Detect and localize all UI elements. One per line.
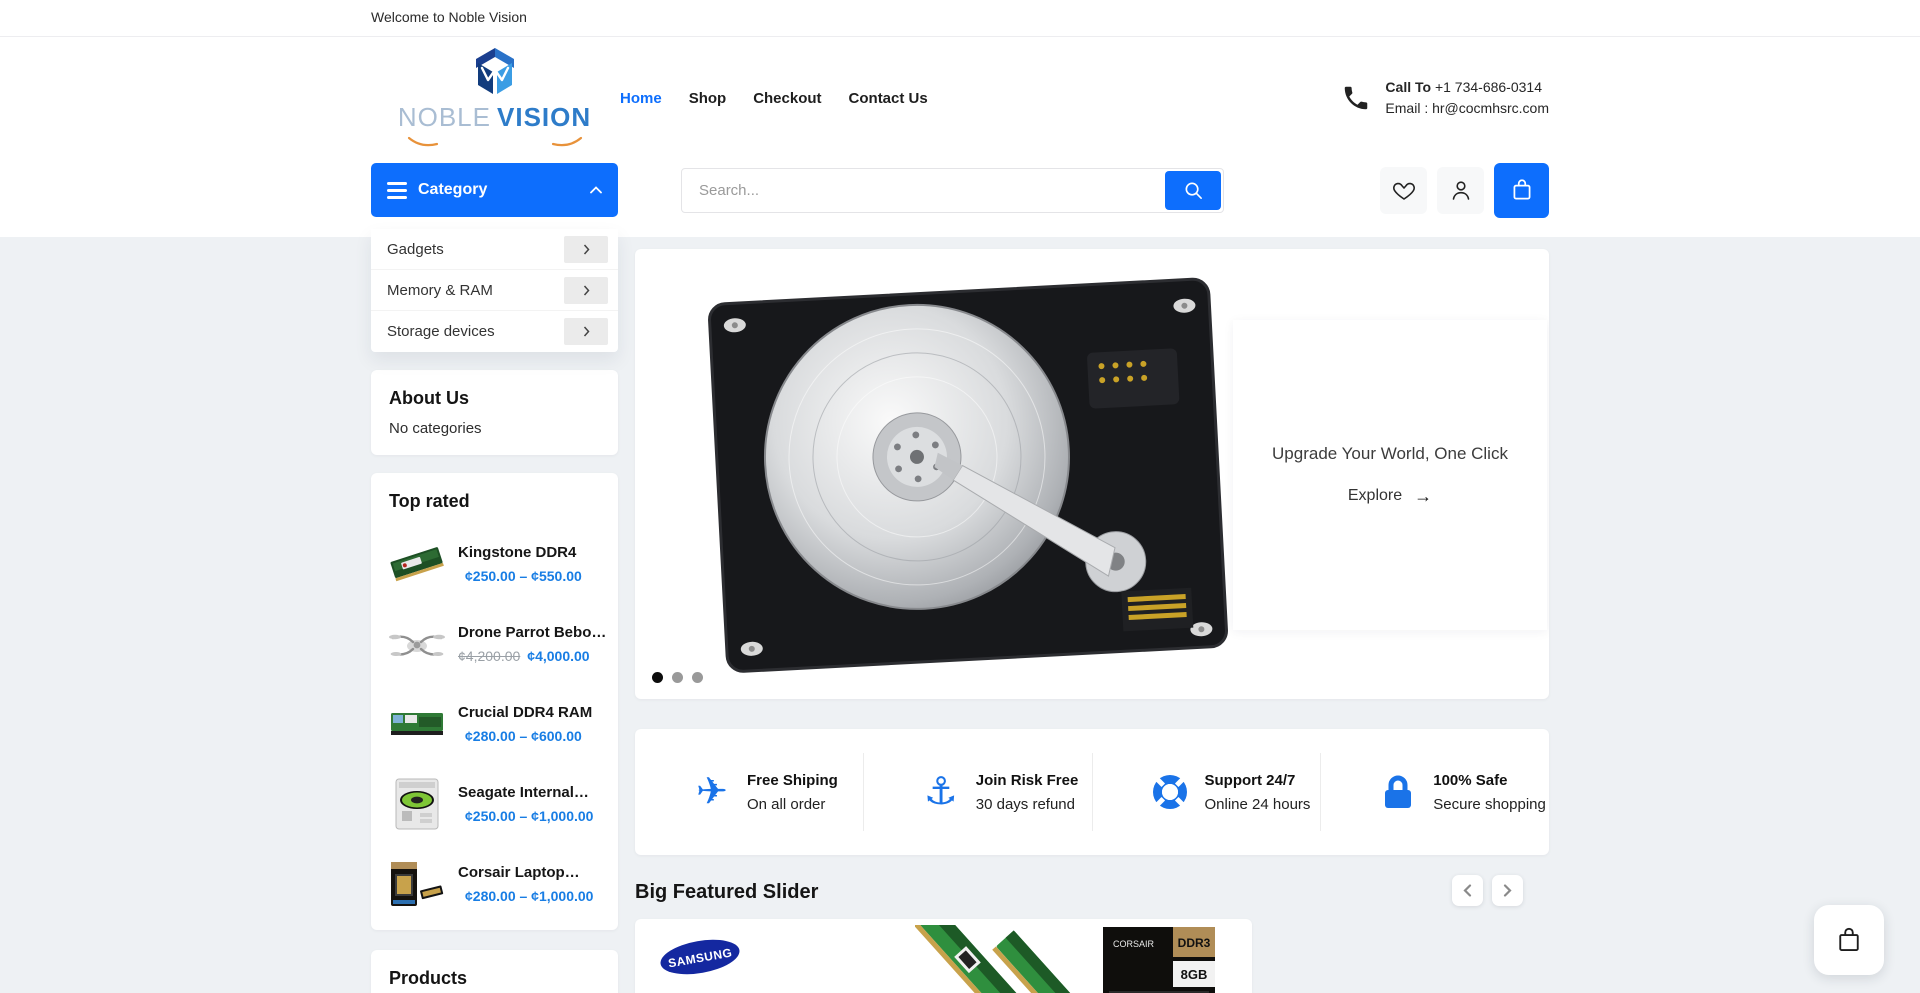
heart-icon bbox=[1392, 179, 1416, 201]
category-menu: Category Gadgets Memory & RAM bbox=[371, 163, 618, 217]
sidebar: About Us No categories Top rated Kingsto… bbox=[371, 249, 618, 993]
product-thumbnail-corsair-icon bbox=[389, 856, 445, 912]
logo-flourish-icon bbox=[405, 135, 585, 151]
wishlist-button[interactable] bbox=[1380, 167, 1427, 214]
main-nav: Home Shop Checkout Contact Us bbox=[620, 90, 928, 107]
list-item[interactable]: Crucial DDR4 RAM ¢280.00 – ¢600.00 bbox=[389, 696, 600, 752]
header-actions bbox=[1380, 163, 1549, 218]
hero-headline: Upgrade Your World, One Click bbox=[1272, 444, 1508, 464]
nav-checkout[interactable]: Checkout bbox=[753, 90, 821, 107]
hdd-hero-image bbox=[663, 269, 1283, 681]
feature-safe: 100% Safe Secure shopping bbox=[1320, 753, 1549, 831]
chevron-right-icon[interactable] bbox=[564, 277, 608, 304]
svg-text:CORSAIR: CORSAIR bbox=[1113, 939, 1155, 949]
top-rated-title: Top rated bbox=[389, 491, 600, 512]
ram-modules-image bbox=[915, 925, 1095, 993]
shopping-bag-icon bbox=[1834, 925, 1864, 955]
welcome-text: Welcome to Noble Vision bbox=[371, 9, 527, 25]
account-button[interactable] bbox=[1437, 167, 1484, 214]
chevron-right-icon[interactable] bbox=[564, 236, 608, 263]
features-bar: ✈ Free Shiping On all order ⚓ Join Risk … bbox=[635, 729, 1549, 855]
brand-logo-icon bbox=[468, 46, 522, 98]
feature-risk-free: ⚓ Join Risk Free 30 days refund bbox=[863, 753, 1092, 831]
nav-shop[interactable]: Shop bbox=[689, 90, 727, 107]
shopping-bag-icon bbox=[1509, 177, 1535, 203]
floating-cart-button[interactable] bbox=[1814, 905, 1884, 975]
samsung-logo: SAMSUNG bbox=[657, 931, 743, 983]
product-thumbnail-ram-icon bbox=[389, 536, 445, 592]
brand-name: NOBLEVISION bbox=[398, 102, 591, 133]
cart-button[interactable] bbox=[1494, 163, 1549, 218]
about-us-empty: No categories bbox=[389, 420, 600, 437]
lock-icon bbox=[1378, 772, 1418, 812]
search-icon bbox=[1183, 180, 1204, 201]
list-item[interactable]: Corsair Laptop… ¢280.00 – ¢1,000.00 bbox=[389, 856, 600, 912]
hamburger-icon bbox=[387, 182, 407, 199]
phone-icon bbox=[1341, 83, 1371, 113]
email-line: Email : hr@cocmhsrc.com bbox=[1385, 98, 1549, 119]
featured-slider-arrows bbox=[1452, 875, 1523, 906]
user-icon bbox=[1449, 178, 1473, 202]
feature-support: Support 24/7 Online 24 hours bbox=[1092, 753, 1321, 831]
products-card: Products bbox=[371, 950, 618, 993]
explore-button[interactable]: Explore → bbox=[1348, 486, 1432, 507]
featured-slider-header: Big Featured Slider bbox=[635, 875, 1549, 909]
anchor-icon: ⚓ bbox=[924, 773, 958, 811]
next-slide-button[interactable] bbox=[1492, 875, 1523, 906]
svg-text:DDR3: DDR3 bbox=[1178, 936, 1211, 950]
featured-slider-title: Big Featured Slider bbox=[635, 881, 818, 904]
chevron-left-icon bbox=[1463, 884, 1472, 897]
plane-icon: ✈ bbox=[696, 773, 728, 811]
list-item[interactable]: Drone Parrot Bebo… ¢4,200.00¢4,000.00 bbox=[389, 616, 600, 672]
search-input[interactable] bbox=[681, 168, 1224, 213]
slider-dot-2[interactable] bbox=[672, 672, 683, 683]
category-item-memory-ram[interactable]: Memory & RAM bbox=[371, 270, 618, 311]
nav-home[interactable]: Home bbox=[620, 90, 662, 107]
about-us-card: About Us No categories bbox=[371, 370, 618, 455]
hero-promo-card: Upgrade Your World, One Click Explore → bbox=[1233, 320, 1547, 630]
list-item[interactable]: Seagate Internal… ¢250.00 – ¢1,000.00 bbox=[389, 776, 600, 832]
main-content: Upgrade Your World, One Click Explore → … bbox=[635, 249, 1549, 993]
about-us-title: About Us bbox=[389, 388, 600, 409]
search-form bbox=[681, 168, 1224, 213]
corsair-package-image: DDR3 8GB CORSAIR bbox=[1103, 927, 1215, 993]
list-item[interactable]: Kingstone DDR4 ¢250.00 – ¢550.00 bbox=[389, 536, 600, 592]
product-thumbnail-hdd-icon bbox=[389, 776, 445, 832]
header-contact: Call To +1 734-686-0314 Email : hr@cocmh… bbox=[1341, 77, 1549, 119]
svg-text:8GB: 8GB bbox=[1181, 967, 1208, 982]
phone-line: Call To +1 734-686-0314 bbox=[1385, 77, 1549, 98]
category-dropdown: Gadgets Memory & RAM Storage devices bbox=[371, 229, 618, 352]
slider-dots bbox=[652, 672, 703, 683]
category-button[interactable]: Category bbox=[371, 163, 618, 217]
chevron-up-icon bbox=[590, 186, 602, 194]
featured-products-strip[interactable]: SAMSUNG DDR3 bbox=[635, 919, 1252, 993]
slider-dot-1[interactable] bbox=[652, 672, 663, 683]
product-thumbnail-drone-icon bbox=[389, 616, 445, 672]
arrow-right-icon: → bbox=[1414, 486, 1432, 507]
search-button[interactable] bbox=[1165, 171, 1221, 210]
topbar: Welcome to Noble Vision bbox=[0, 0, 1920, 37]
category-item-storage-devices[interactable]: Storage devices bbox=[371, 311, 618, 352]
nav-contact-us[interactable]: Contact Us bbox=[849, 90, 928, 107]
hero-slider: Upgrade Your World, One Click Explore → bbox=[635, 249, 1549, 699]
lifebuoy-icon bbox=[1150, 772, 1190, 812]
products-title: Products bbox=[389, 968, 600, 989]
chevron-right-icon bbox=[1503, 884, 1512, 897]
prev-slide-button[interactable] bbox=[1452, 875, 1483, 906]
slider-dot-3[interactable] bbox=[692, 672, 703, 683]
header: NOBLEVISION Home Shop Checkout Contact U… bbox=[0, 37, 1920, 237]
category-item-gadgets[interactable]: Gadgets bbox=[371, 229, 618, 270]
feature-free-shipping: ✈ Free Shiping On all order bbox=[635, 753, 863, 831]
top-rated-card: Top rated Kingstone DDR4 ¢250.00 – ¢550.… bbox=[371, 473, 618, 930]
chevron-right-icon[interactable] bbox=[564, 318, 608, 345]
product-thumbnail-ram-icon bbox=[389, 696, 445, 752]
brand-logo[interactable]: NOBLEVISION bbox=[371, 46, 618, 151]
